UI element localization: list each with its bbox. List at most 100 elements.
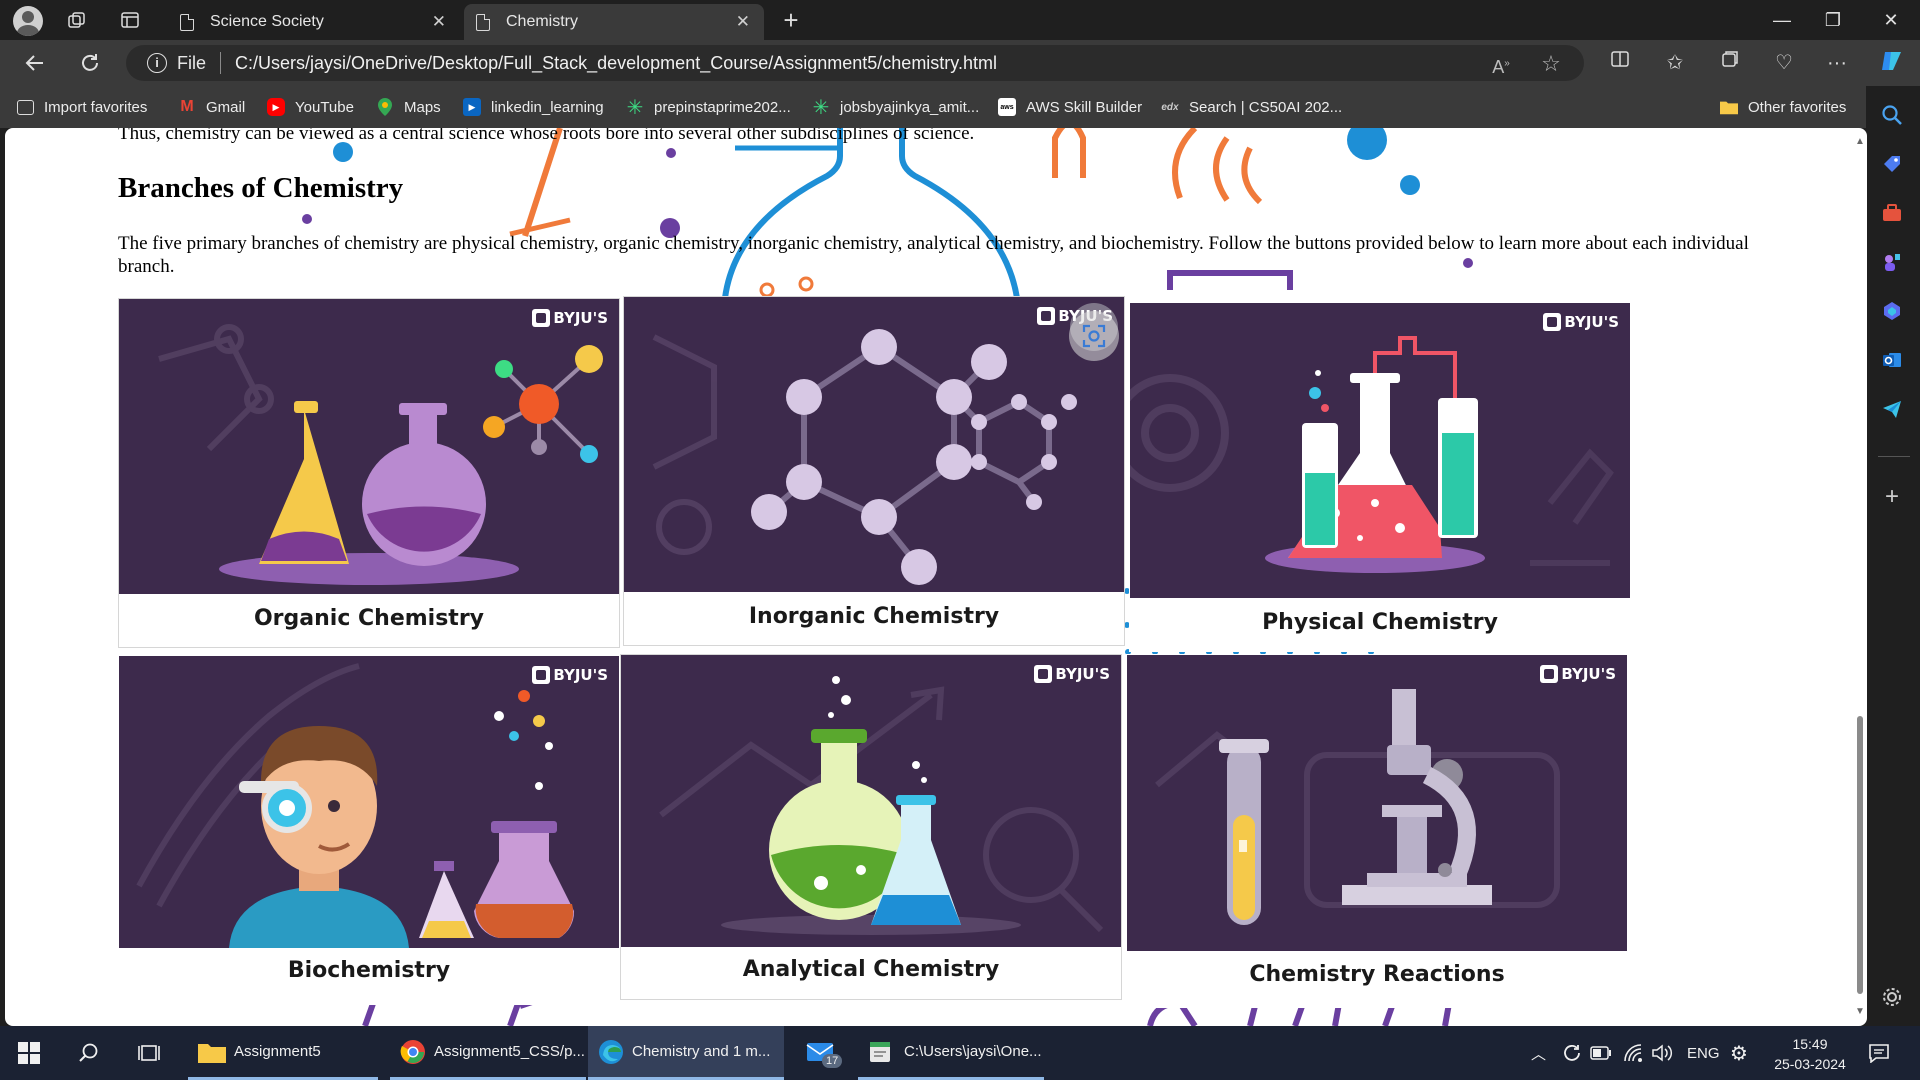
- card-chemistry-reactions[interactable]: BYJU'S Chemistry Reactions: [1126, 654, 1628, 1008]
- favorite-gmail[interactable]: M Gmail: [178, 96, 245, 118]
- onedrive-sync-icon[interactable]: [1561, 1026, 1583, 1080]
- shopping-tag-icon[interactable]: [1878, 150, 1906, 178]
- favorite-youtube[interactable]: ▶ YouTube: [267, 96, 354, 118]
- aws-icon: aws: [998, 98, 1016, 116]
- close-window-icon[interactable]: ✕: [1871, 6, 1911, 34]
- clock[interactable]: 15:49 25-03-2024: [1762, 1034, 1858, 1074]
- settings-gear-icon[interactable]: ⚙: [1730, 1026, 1748, 1080]
- favorite-aws[interactable]: aws AWS Skill Builder: [998, 96, 1142, 118]
- favorite-import[interactable]: Import favorites: [17, 96, 147, 118]
- add-sidebar-app-icon[interactable]: +: [1878, 483, 1906, 511]
- taskbar-app-chrome[interactable]: Assignment5_CSS/p...: [390, 1026, 586, 1080]
- favorite-prepinsta[interactable]: ✳ prepinstaprime202...: [626, 96, 791, 119]
- favorite-label: jobsbyajinkya_amit...: [840, 98, 980, 116]
- folder-icon: [1720, 98, 1738, 116]
- minimize-icon[interactable]: —: [1762, 6, 1802, 34]
- organic-chemistry-illustration: [119, 299, 619, 594]
- card-organic-chemistry[interactable]: BYJU'S Organic Chemistry: [118, 298, 620, 648]
- profile-avatar[interactable]: [13, 6, 43, 36]
- clock-time: 15:49: [1792, 1036, 1828, 1052]
- linkedin-learning-icon: ▶: [463, 98, 481, 116]
- collections-icon[interactable]: [1713, 48, 1747, 78]
- settings-more-icon[interactable]: ···: [1820, 48, 1854, 78]
- tab-science-society[interactable]: Science Society ✕: [168, 4, 460, 40]
- page-scrollbar[interactable]: ▲ ▼: [1852, 128, 1867, 1026]
- page-viewport: Thus, chemistry can be viewed as a centr…: [5, 128, 1867, 1026]
- favorite-cs50ai[interactable]: edx Search | CS50AI 202...: [1161, 96, 1342, 118]
- scroll-down-arrow-icon[interactable]: ▼: [1855, 1006, 1865, 1017]
- tab-strip: Science Society ✕ Chemistry ✕ + — ❐ ✕: [0, 0, 1920, 40]
- task-view-icon[interactable]: [137, 1026, 161, 1080]
- notepad-icon: [870, 1041, 890, 1062]
- import-icon: [17, 99, 34, 115]
- gmail-icon: M: [180, 98, 194, 115]
- favorite-label: YouTube: [295, 98, 354, 116]
- favorite-label: Maps: [404, 98, 441, 116]
- visual-search-icon[interactable]: [1069, 311, 1119, 361]
- analytical-chemistry-illustration: [621, 655, 1121, 947]
- back-icon[interactable]: [18, 48, 52, 78]
- tools-briefcase-icon[interactable]: [1878, 199, 1906, 227]
- card-analytical-chemistry[interactable]: BYJU'S Analytical Chemistry: [620, 654, 1122, 1000]
- card-biochemistry[interactable]: BYJU'S Biochemistry: [118, 655, 620, 1005]
- tab-chemistry[interactable]: Chemistry ✕: [464, 4, 764, 40]
- close-tab-icon[interactable]: ✕: [432, 12, 446, 32]
- search-icon[interactable]: [78, 1026, 100, 1080]
- branches-description: The five primary branches of chemistry a…: [118, 233, 1749, 277]
- favorite-maps[interactable]: Maps: [376, 96, 441, 118]
- outlook-icon[interactable]: [1878, 346, 1906, 374]
- read-aloud-icon[interactable]: A»: [1488, 51, 1514, 77]
- favorite-star-icon[interactable]: ☆: [1538, 51, 1564, 77]
- microsoft-365-icon[interactable]: [1878, 297, 1906, 325]
- folder-icon: [198, 1043, 226, 1063]
- taskbar-app-file-explorer[interactable]: Assignment5: [188, 1026, 378, 1080]
- close-tab-icon[interactable]: ✕: [736, 12, 750, 32]
- start-windows-icon[interactable]: [18, 1026, 40, 1080]
- battery-icon[interactable]: [1590, 1026, 1612, 1080]
- browser-essentials-icon[interactable]: ♡: [1767, 48, 1801, 78]
- scroll-up-arrow-icon[interactable]: ▲: [1855, 136, 1865, 147]
- taskbar-app-label: Chemistry and 1 m...: [632, 1043, 771, 1060]
- favorite-jobs[interactable]: ✳ jobsbyajinkya_amit...: [812, 96, 980, 119]
- card-physical-chemistry[interactable]: BYJU'S Physical Chemistry: [1129, 302, 1631, 652]
- show-hidden-icons-icon[interactable]: ︿: [1531, 1026, 1546, 1080]
- chemistry-reactions-illustration: [1127, 655, 1627, 951]
- notifications-icon[interactable]: [1868, 1026, 1890, 1080]
- card-label: Chemistry Reactions: [1249, 962, 1505, 987]
- site-info-icon[interactable]: i: [147, 53, 167, 73]
- taskbar-app-label: Assignment5_CSS/p...: [434, 1043, 585, 1060]
- restore-icon[interactable]: ❐: [1813, 6, 1853, 34]
- edx-icon: edx: [1161, 101, 1179, 113]
- url-text[interactable]: C:/Users/jaysi/OneDrive/Desktop/Full_Sta…: [235, 53, 997, 74]
- taskbar-app-notepad[interactable]: C:\Users\jaysi\One...: [858, 1026, 1044, 1080]
- scrollbar-thumb[interactable]: [1857, 716, 1863, 994]
- send-drop-icon[interactable]: [1878, 395, 1906, 423]
- taskbar-app-mail[interactable]: 17: [796, 1026, 846, 1080]
- workspaces-icon[interactable]: [62, 6, 92, 34]
- copilot-icon[interactable]: [1875, 48, 1909, 78]
- byjus-logo: BYJU'S: [532, 666, 608, 684]
- volume-icon[interactable]: [1651, 1026, 1673, 1080]
- refresh-icon[interactable]: [73, 48, 107, 78]
- taskbar-app-edge[interactable]: Chemistry and 1 m...: [588, 1026, 784, 1080]
- sidebar-settings-icon[interactable]: [1878, 983, 1906, 1011]
- favorite-other[interactable]: Other favorites: [1720, 96, 1846, 118]
- input-language[interactable]: ENG: [1687, 1026, 1720, 1080]
- document-icon: [180, 13, 194, 31]
- prepinsta-icon: ✳: [626, 96, 644, 119]
- games-icon[interactable]: [1878, 248, 1906, 276]
- favorite-linkedin-learning[interactable]: ▶ linkedin_learning: [463, 96, 604, 118]
- tab-actions-icon[interactable]: [115, 6, 145, 34]
- favorites-icon[interactable]: ✩: [1658, 48, 1692, 78]
- new-tab-icon[interactable]: +: [776, 6, 806, 34]
- taskbar-app-label: Assignment5: [234, 1043, 321, 1060]
- address-bar[interactable]: i File C:/Users/jaysi/OneDrive/Desktop/F…: [126, 45, 1584, 81]
- byjus-logo: BYJU'S: [1543, 313, 1619, 331]
- card-label: Biochemistry: [287, 958, 451, 983]
- card-inorganic-chemistry[interactable]: BYJU'S Inorganic Chemistry: [623, 296, 1125, 646]
- search-icon[interactable]: [1878, 101, 1906, 129]
- split-screen-icon[interactable]: [1603, 48, 1637, 78]
- wifi-icon[interactable]: [1623, 1026, 1645, 1080]
- card-label: Inorganic Chemistry: [748, 604, 1000, 629]
- physical-chemistry-illustration: [1130, 303, 1630, 598]
